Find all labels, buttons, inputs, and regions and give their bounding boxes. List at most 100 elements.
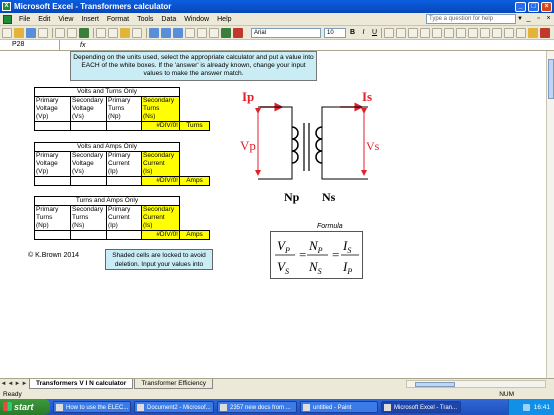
menu-edit[interactable]: Edit bbox=[34, 16, 54, 23]
input-cell-ip[interactable] bbox=[106, 230, 142, 240]
fx-icon[interactable]: fx bbox=[60, 42, 85, 49]
system-tray: 16:41 bbox=[508, 399, 554, 415]
comma-icon[interactable] bbox=[456, 27, 466, 38]
autosum-icon[interactable] bbox=[185, 27, 195, 38]
new-icon[interactable] bbox=[2, 27, 12, 38]
chevron-down-icon[interactable]: ▼ bbox=[516, 16, 524, 22]
print-icon[interactable] bbox=[55, 27, 65, 38]
font-name-select[interactable]: Arial bbox=[251, 27, 321, 38]
vs-label: Vs bbox=[366, 139, 380, 153]
start-button[interactable]: start bbox=[0, 399, 50, 415]
input-cell-np[interactable] bbox=[34, 230, 71, 240]
undo-icon[interactable] bbox=[149, 27, 159, 38]
maximize-button[interactable]: □ bbox=[528, 1, 539, 12]
permission-icon[interactable] bbox=[38, 27, 48, 38]
secondary-wire bbox=[321, 106, 368, 180]
menu-tools[interactable]: Tools bbox=[133, 16, 157, 23]
input-cell-ns[interactable] bbox=[70, 230, 107, 240]
underline-button[interactable]: U bbox=[370, 29, 379, 36]
mdi-close-button[interactable]: × bbox=[544, 15, 553, 24]
open-icon[interactable] bbox=[14, 27, 24, 38]
borders-icon[interactable] bbox=[516, 27, 526, 38]
name-box[interactable]: P28 bbox=[0, 40, 60, 50]
input-cell-vp[interactable] bbox=[34, 176, 71, 186]
minimize-button[interactable]: _ bbox=[515, 1, 526, 12]
copy-icon[interactable] bbox=[108, 27, 118, 38]
hyperlink-icon[interactable] bbox=[173, 27, 183, 38]
percent-icon[interactable] bbox=[444, 27, 454, 38]
currency-icon[interactable] bbox=[432, 27, 442, 38]
taskbar-item-active[interactable]: Microsoft Excel - Tran... bbox=[381, 401, 461, 413]
tab-transformer-efficiency[interactable]: Transformer Efficiency bbox=[134, 379, 213, 389]
close-button[interactable]: × bbox=[541, 1, 552, 12]
input-cell-vs[interactable] bbox=[70, 176, 107, 186]
windows-logo-icon bbox=[3, 402, 12, 411]
mdi-restore-button[interactable]: ▫ bbox=[534, 15, 543, 24]
workbook-icon[interactable] bbox=[3, 14, 12, 24]
table-header-answer: Secondary Current (Is) bbox=[141, 151, 180, 177]
increase-indent-icon[interactable] bbox=[504, 27, 514, 38]
svg-text:IS: IS bbox=[342, 238, 351, 255]
vertical-scrollbar[interactable] bbox=[546, 51, 554, 378]
toolbar-divider bbox=[52, 27, 53, 38]
bold-button[interactable]: B bbox=[348, 29, 357, 36]
input-cell-vs[interactable] bbox=[70, 121, 107, 131]
sort-asc-icon[interactable] bbox=[197, 27, 207, 38]
menu-file[interactable]: File bbox=[15, 16, 34, 23]
font-size-select[interactable]: 10 bbox=[324, 27, 346, 38]
sort-desc-icon[interactable] bbox=[209, 27, 219, 38]
decrease-decimal-icon[interactable] bbox=[480, 27, 490, 38]
unit-cell: Amps bbox=[179, 230, 210, 240]
cut-icon[interactable] bbox=[96, 27, 106, 38]
format-painter-icon[interactable] bbox=[132, 27, 142, 38]
worksheet[interactable]: Depending on the units used, select the … bbox=[0, 51, 546, 378]
spelling-icon[interactable] bbox=[79, 27, 89, 38]
last-sheet-icon[interactable]: ► bbox=[21, 381, 28, 387]
menu-help[interactable]: Help bbox=[213, 16, 235, 23]
menu-view[interactable]: View bbox=[54, 16, 77, 23]
merge-center-icon[interactable] bbox=[420, 27, 430, 38]
svg-text:VP: VP bbox=[277, 238, 290, 255]
menu-data[interactable]: Data bbox=[157, 16, 180, 23]
prev-sheet-icon[interactable]: ◄ bbox=[7, 381, 14, 387]
transformer-diagram: Ip Is Vp Vs Np Ns bbox=[240, 89, 380, 204]
fill-color-icon[interactable] bbox=[528, 27, 538, 38]
align-left-icon[interactable] bbox=[384, 27, 394, 38]
input-cell-vp[interactable] bbox=[34, 121, 71, 131]
decrease-indent-icon[interactable] bbox=[492, 27, 502, 38]
italic-button[interactable]: I bbox=[359, 29, 368, 36]
menu-format[interactable]: Format bbox=[103, 16, 133, 23]
input-cell-ip[interactable] bbox=[106, 176, 142, 186]
menu-insert[interactable]: Insert bbox=[77, 16, 103, 23]
taskbar-item[interactable]: How to use the ELEC... bbox=[53, 401, 131, 413]
chart-wizard-icon[interactable] bbox=[221, 27, 231, 38]
print-preview-icon[interactable] bbox=[67, 27, 77, 38]
input-cell-np[interactable] bbox=[106, 121, 142, 131]
svg-text:NP: NP bbox=[308, 238, 323, 255]
taskbar-item[interactable]: 2357 new docs from ... bbox=[217, 401, 297, 413]
menu-window[interactable]: Window bbox=[180, 16, 213, 23]
browser-icon bbox=[56, 404, 63, 411]
mdi-minimize-button[interactable]: _ bbox=[524, 15, 533, 24]
first-sheet-icon[interactable]: ◄ bbox=[0, 381, 7, 387]
horizontal-scrollbar[interactable] bbox=[406, 380, 546, 388]
align-right-icon[interactable] bbox=[408, 27, 418, 38]
redo-icon[interactable] bbox=[161, 27, 171, 38]
tab-transformers-calculator[interactable]: Transformers V I N calculator bbox=[29, 379, 134, 389]
clock[interactable]: 16:41 bbox=[534, 404, 550, 411]
help-search-input[interactable]: Type a question for help bbox=[426, 14, 516, 24]
calc-table-volts-turns: Volts and Turns Only Primary Voltage (Vp) … bbox=[34, 87, 210, 131]
align-center-icon[interactable] bbox=[396, 27, 406, 38]
save-icon[interactable] bbox=[26, 27, 36, 38]
calc-table-volts-amps: Volts and Amps Only Primary Voltage (Vp) S… bbox=[34, 142, 210, 186]
vertical-scroll-thumb[interactable] bbox=[548, 59, 554, 99]
increase-decimal-icon[interactable] bbox=[468, 27, 478, 38]
tray-icon[interactable] bbox=[522, 403, 530, 411]
taskbar-item[interactable]: Document2 - Microsof... bbox=[134, 401, 214, 413]
horizontal-scroll-thumb[interactable] bbox=[415, 382, 455, 387]
next-sheet-icon[interactable]: ► bbox=[14, 381, 21, 387]
font-color-icon[interactable] bbox=[540, 27, 550, 38]
taskbar-item[interactable]: untitled - Paint bbox=[300, 401, 378, 413]
paste-icon[interactable] bbox=[120, 27, 130, 38]
drawing-icon[interactable] bbox=[233, 27, 243, 38]
